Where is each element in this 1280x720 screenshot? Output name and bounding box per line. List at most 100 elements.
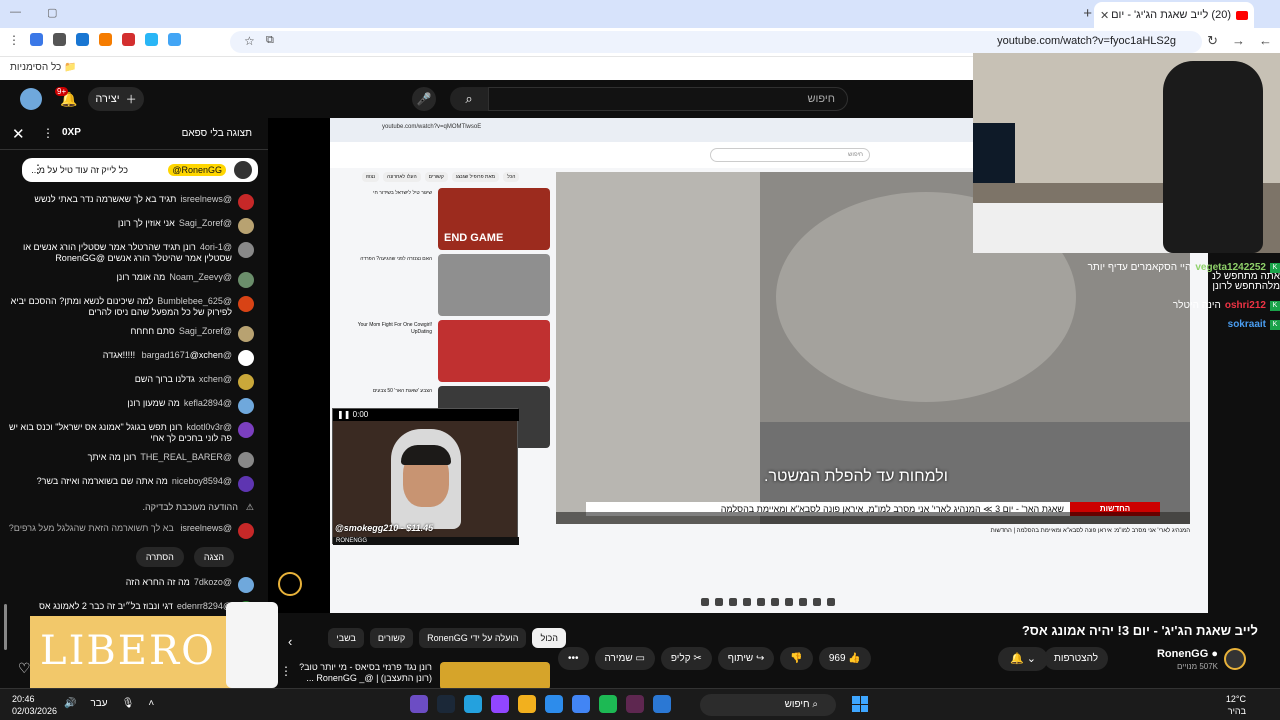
avatar[interactable] <box>238 194 254 210</box>
hide-button[interactable]: הסתרה <box>135 547 184 567</box>
pinned-menu-icon[interactable]: ⋮ <box>32 162 44 176</box>
cast-icon[interactable]: ⧉ <box>266 34 274 47</box>
avatar[interactable] <box>238 374 254 390</box>
channel-name-text: RonenGG <box>1156 648 1209 660</box>
translate-icon[interactable] <box>145 33 158 46</box>
author-name[interactable]: @kdotl0v3r <box>186 422 232 432</box>
puzzle-icon[interactable] <box>76 33 89 46</box>
channel-avatar[interactable] <box>1224 648 1246 670</box>
weather-widget[interactable]: 12°C בהיר <box>1226 693 1246 717</box>
author-name[interactable]: @edenrr8294 <box>177 601 232 611</box>
search-icon[interactable]: ⌕ <box>450 87 488 111</box>
steam-icon[interactable] <box>437 695 455 713</box>
extension-icon[interactable] <box>168 33 181 46</box>
minimize-icon[interactable]: — <box>10 6 21 19</box>
app-icon[interactable] <box>626 695 644 713</box>
back-icon[interactable]: ← <box>1259 33 1272 49</box>
app-icon[interactable] <box>518 695 536 713</box>
filter-chip[interactable]: הועלה על ידי RonenGG <box>419 628 527 648</box>
dislike-button[interactable]: 👎 <box>780 647 813 670</box>
windows-start-icon[interactable] <box>852 696 868 712</box>
chevron-up-icon[interactable]: ˄ <box>148 698 154 709</box>
telegram-icon[interactable] <box>464 695 482 713</box>
pinned-message[interactable]: @RonenGG כל לייק זה עוד טיל על מ... ⋮ <box>22 158 258 182</box>
avatar[interactable] <box>238 398 254 414</box>
filter-chip[interactable]: קשורים <box>369 628 414 648</box>
app-icon[interactable] <box>653 695 671 713</box>
forward-icon[interactable]: → <box>1232 33 1245 49</box>
avatar[interactable] <box>238 476 254 492</box>
author-name[interactable]: @niceboy8594 <box>172 476 232 486</box>
extension-icon[interactable] <box>122 33 135 46</box>
author-name[interactable]: @Sagi_Zoref <box>179 326 232 336</box>
avatar[interactable] <box>20 88 42 110</box>
perfume-ad[interactable]: LIBERO <box>30 602 278 688</box>
extension-icon[interactable] <box>30 33 43 46</box>
avatar[interactable] <box>238 350 254 366</box>
avatar[interactable] <box>238 272 254 288</box>
mic-icon[interactable]: 🎙 <box>122 698 135 709</box>
menu-kebab-icon[interactable]: ⋮ <box>8 33 20 47</box>
join-button[interactable]: להצטרפות <box>1043 647 1108 670</box>
author-name[interactable]: @7dkozo <box>194 577 232 587</box>
create-button[interactable]: יצירה ＋ <box>88 87 144 111</box>
save-button[interactable]: ▭ שמירה <box>594 647 655 670</box>
share-button[interactable]: ↪ שיתוף <box>717 647 775 670</box>
author-name[interactable]: @Bumblebee_625 <box>157 296 232 306</box>
author-name[interactable]: @isreelnews <box>180 523 232 533</box>
channel-name[interactable]: ● RonenGG <box>1157 648 1218 660</box>
author-name[interactable]: @isreelnews <box>180 194 232 204</box>
author-name[interactable]: @Sagi_Zoref <box>179 218 232 228</box>
suggested-menu-icon[interactable]: ⋮ <box>280 664 292 678</box>
language-indicator[interactable]: עבר <box>90 698 107 709</box>
message-body: @7dkozo מה זה החרא הזה <box>4 577 232 588</box>
chat-scrollbar[interactable] <box>4 604 7 650</box>
suggested-title: רונן נגד פרנזי בסיאס - מי יותר טוב? (רונ… <box>299 662 432 683</box>
reload-icon[interactable]: ↻ <box>1207 33 1218 49</box>
avatar[interactable] <box>238 218 254 234</box>
maximize-icon[interactable]: ▢ <box>47 6 57 19</box>
author-name[interactable]: @kefla2894 <box>184 398 232 408</box>
star-icon[interactable]: ☆ <box>244 34 255 48</box>
app-icon[interactable] <box>410 695 428 713</box>
author-name[interactable]: @THE_REAL_BARER <box>140 452 232 462</box>
taskbar-search[interactable]: חיפוש ⌕ <box>700 694 836 716</box>
chrome-icon[interactable] <box>572 695 590 713</box>
chat-mode-dropdown[interactable]: תצוגה בלי ספאם <box>182 128 252 139</box>
avatar[interactable] <box>238 452 254 468</box>
avatar[interactable] <box>238 296 254 312</box>
extension-icon[interactable] <box>53 33 66 46</box>
filter-chip[interactable]: בשבי <box>328 628 364 648</box>
clip-button[interactable]: ✂ קליפ <box>660 647 712 670</box>
author-name[interactable]: @4ori-1 <box>200 242 232 252</box>
app-icon[interactable] <box>491 695 509 713</box>
active-tab[interactable]: (20) לייב שאגת הג'יג' - יום ✕ <box>1094 2 1254 28</box>
like-button[interactable]: 👍 969 <box>818 647 871 670</box>
avatar[interactable] <box>238 577 254 593</box>
all-bookmarks-link[interactable]: 📁 כל הסימניות <box>10 62 77 73</box>
avatar[interactable] <box>238 422 254 438</box>
app-icon[interactable] <box>545 695 563 713</box>
avatar[interactable] <box>238 242 254 258</box>
notifications-bell-icon[interactable]: 🔔 9+ <box>55 87 77 108</box>
notification-bell-icon[interactable]: 🔔 ⌄ <box>998 647 1048 671</box>
volume-icon[interactable]: 🔊 <box>64 698 76 709</box>
extension-icon[interactable] <box>99 33 112 46</box>
avatar[interactable] <box>238 326 254 342</box>
close-chat-icon[interactable]: ✕ <box>12 125 25 143</box>
clock[interactable]: 20:46 02/03/2026 <box>12 693 57 717</box>
show-button[interactable]: הצגה <box>193 547 234 567</box>
author-name[interactable]: @Noam_Zeevy <box>169 272 232 282</box>
chat-menu-icon[interactable]: ⋮ <box>42 126 54 140</box>
address-bar[interactable]: ☆ ⧉ youtube.com/watch?v=fyoc1aHLS2g <box>230 31 1202 53</box>
inner-rec-thumbnail <box>438 254 550 316</box>
new-tab-button[interactable]: + <box>1083 5 1092 22</box>
more-button[interactable]: ••• <box>558 647 589 670</box>
search-input[interactable]: חיפוש <box>488 87 848 111</box>
suggested-video[interactable]: ⋮ רונן נגד פרנזי בסיאס - מי יותר טוב? (ר… <box>280 660 550 690</box>
author-name[interactable]: @xchen <box>199 374 232 384</box>
spotify-icon[interactable] <box>599 695 617 713</box>
heart-icon[interactable]: ♡ <box>18 660 31 677</box>
voice-search-icon[interactable]: 🎤 <box>412 87 436 111</box>
tab-close-icon[interactable]: ✕ <box>1100 9 1109 22</box>
